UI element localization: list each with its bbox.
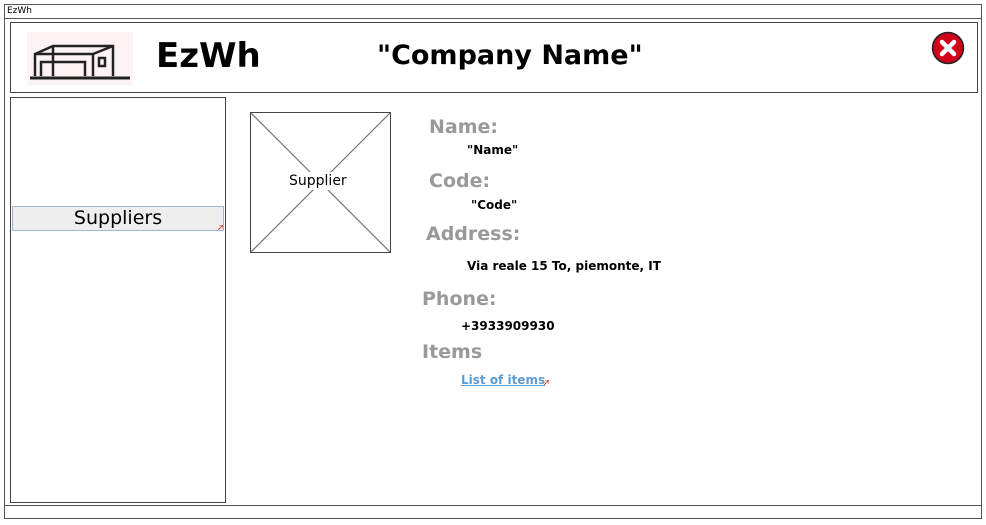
list-of-items-link[interactable]: List of items xyxy=(461,372,545,388)
phone-value: +3933909930 xyxy=(461,319,555,333)
name-label: Name: xyxy=(429,116,499,138)
phone-label: Phone: xyxy=(422,288,497,310)
code-value: "Code" xyxy=(471,198,518,212)
link-marker-icon xyxy=(544,380,549,385)
sidebar-item-suppliers[interactable]: Suppliers xyxy=(12,206,224,231)
address-value: Via reale 15 To, piemonte, IT xyxy=(467,259,661,273)
footer-divider xyxy=(5,505,981,506)
link-marker-icon xyxy=(218,225,223,230)
name-value: "Name" xyxy=(467,143,519,157)
header: EzWh "Company Name" xyxy=(10,22,978,93)
supplier-image-label: Supplier xyxy=(287,172,349,190)
sidebar-item-label: Suppliers xyxy=(73,207,163,229)
items-label: Items xyxy=(422,341,483,363)
close-button[interactable] xyxy=(931,31,965,65)
warehouse-icon xyxy=(30,44,130,80)
sidebar: Suppliers xyxy=(10,97,226,503)
app-name: EzWh xyxy=(156,36,261,76)
close-icon xyxy=(931,31,965,65)
logo xyxy=(27,32,133,85)
address-label: Address: xyxy=(426,223,521,245)
app-window: EzWh EzWh "Company Name" Suppliers Suppl… xyxy=(4,4,982,519)
company-name: "Company Name" xyxy=(377,40,643,71)
window-title: EzWh xyxy=(5,5,981,19)
code-label: Code: xyxy=(429,170,491,192)
supplier-image: Supplier xyxy=(250,112,391,253)
